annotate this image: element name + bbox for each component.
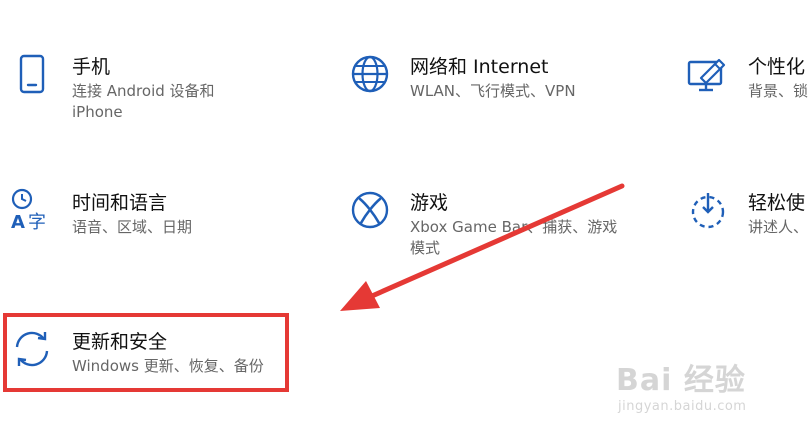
time-language-icon: A 字 — [10, 188, 54, 232]
tile-title: 网络和 Internet — [410, 56, 549, 78]
tile-title: 游戏 — [410, 192, 449, 214]
phone-icon — [10, 52, 54, 96]
tile-description: 背景、锁 — [748, 82, 809, 100]
highlight-box — [3, 313, 289, 392]
settings-tile-network[interactable]: 网络和 Internet WLAN、飞行模式、VPN — [348, 52, 608, 132]
personalization-icon — [686, 52, 730, 96]
settings-tile-phone[interactable]: 手机 连接 Android 设备和 iPhone — [10, 52, 240, 132]
settings-tile-time-language[interactable]: A 字 时间和语言 语音、区域、日期 — [10, 188, 240, 268]
watermark-logo: Bai 经验 jingyan.baidu.com — [616, 355, 786, 425]
svg-text:A: A — [11, 212, 25, 232]
tile-description: WLAN、飞行模式、VPN — [410, 82, 576, 100]
tile-title: 时间和语言 — [72, 192, 168, 214]
tile-description: Xbox Game Bar、捕获、游戏模式 — [410, 218, 618, 257]
globe-icon — [348, 52, 392, 96]
svg-text:字: 字 — [28, 212, 46, 232]
settings-tile-personalization[interactable]: 个性化 背景、锁 — [686, 52, 809, 132]
tile-description: 讲述人、 — [748, 218, 809, 236]
ease-of-access-icon — [686, 188, 730, 232]
settings-tile-gaming[interactable]: 游戏 Xbox Game Bar、捕获、游戏模式 — [348, 188, 618, 268]
xbox-icon — [348, 188, 392, 232]
tile-description: 语音、区域、日期 — [72, 218, 193, 236]
tile-title: 手机 — [72, 56, 111, 78]
tile-description: 连接 Android 设备和 iPhone — [72, 82, 215, 121]
watermark-url: jingyan.baidu.com — [618, 399, 747, 414]
watermark-text: Bai 经验 — [616, 363, 746, 398]
tile-title: 个性化 — [748, 56, 806, 78]
tile-title: 轻松使 — [748, 192, 806, 214]
settings-tile-ease-of-access[interactable]: 轻松使 讲述人、 — [686, 188, 809, 268]
